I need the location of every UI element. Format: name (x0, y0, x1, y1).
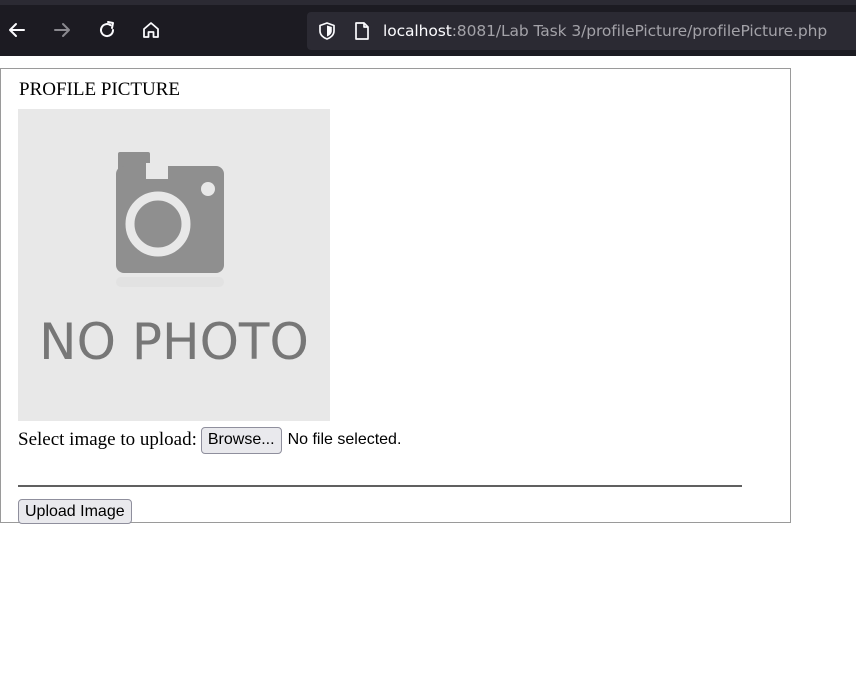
reload-icon (100, 21, 115, 38)
no-photo-placeholder: NO PHOTO (18, 109, 330, 421)
page-icon (355, 22, 369, 40)
url-host: localhost (383, 22, 452, 40)
no-photo-text: NO PHOTO (39, 313, 309, 371)
back-arrow-icon (9, 23, 25, 37)
url-path: :8081/Lab Task 3/profilePicture/profileP… (451, 22, 828, 40)
address-bar[interactable]: localhost:8081/Lab Task 3/profilePicture… (307, 12, 856, 50)
browse-button[interactable]: Browse... (200, 426, 282, 454)
browser-toolbar: localhost:8081/Lab Task 3/profilePicture… (0, 0, 856, 56)
url-text[interactable]: localhost:8081/Lab Task 3/profilePicture… (383, 21, 827, 41)
home-button[interactable] (134, 13, 168, 47)
page-content: PROFILE PICTURE NO PHOTO Select image to… (0, 56, 856, 682)
horizontal-rule (18, 485, 742, 487)
upload-label: Select image to upload: (18, 429, 197, 450)
reload-button[interactable] (90, 13, 124, 47)
file-status-text: No file selected. (287, 431, 402, 448)
fieldset-legend: PROFILE PICTURE (17, 78, 182, 102)
shield-icon[interactable] (317, 21, 337, 41)
home-icon (143, 22, 159, 38)
upload-row: Select image to upload: Browse... No fil… (18, 426, 401, 454)
forward-button[interactable] (45, 13, 79, 47)
upload-image-button[interactable]: Upload Image (18, 499, 132, 524)
forward-arrow-icon (54, 23, 70, 37)
profile-picture-fieldset: PROFILE PICTURE NO PHOTO Select image to… (0, 68, 791, 524)
back-button[interactable] (0, 13, 34, 47)
camera-icon: NO PHOTO (39, 152, 309, 371)
